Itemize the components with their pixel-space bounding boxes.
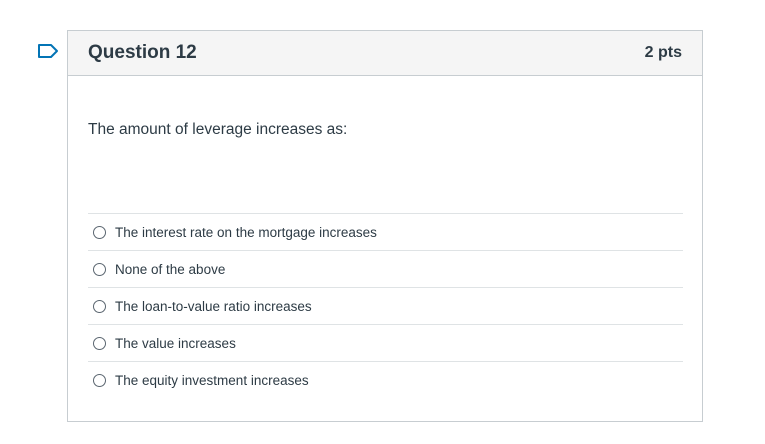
answer-option[interactable]: The interest rate on the mortgage increa…: [88, 213, 683, 250]
radio-button[interactable]: [93, 225, 106, 239]
answer-option[interactable]: The equity investment increases: [88, 361, 683, 398]
question-prompt: The amount of leverage increases as:: [88, 121, 348, 138]
radio-button[interactable]: [93, 299, 106, 313]
flag-question-icon[interactable]: [37, 43, 59, 59]
answer-label: The loan-to-value ratio increases: [115, 298, 312, 314]
radio-button[interactable]: [93, 373, 106, 387]
answer-label: None of the above: [115, 261, 226, 277]
question-header: Question 12 2 pts: [68, 31, 702, 76]
radio-button[interactable]: [93, 262, 106, 276]
radio-button[interactable]: [93, 336, 106, 350]
answer-list: The interest rate on the mortgage increa…: [88, 213, 683, 398]
answer-option[interactable]: None of the above: [88, 250, 683, 287]
answer-label: The interest rate on the mortgage increa…: [115, 224, 377, 240]
answer-label: The equity investment increases: [115, 372, 309, 388]
question-card: Question 12 2 pts The amount of leverage…: [67, 30, 703, 422]
answer-label: The value increases: [115, 335, 236, 351]
answer-option[interactable]: The loan-to-value ratio increases: [88, 287, 683, 324]
question-points: 2 pts: [644, 44, 682, 61]
question-title: Question 12: [88, 42, 197, 63]
answer-option[interactable]: The value increases: [88, 324, 683, 361]
